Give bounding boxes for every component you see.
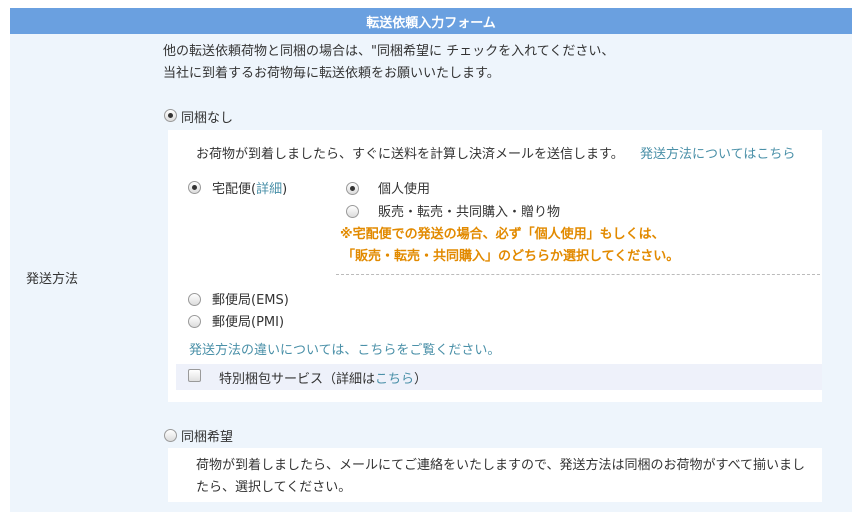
takuhaibin-radio[interactable] <box>188 181 201 194</box>
no-bundle-options-panel <box>168 130 822 402</box>
resale-gift-label[interactable]: 販売・転売・共同購入・贈り物 <box>378 201 560 220</box>
special-packing-label-text: 特別梱包サービス（詳細は <box>219 372 376 387</box>
shipping-info-link[interactable]: 発送方法についてはこちら <box>640 143 795 162</box>
special-packing-detail-link[interactable]: こちら <box>375 372 414 387</box>
bundle-description-line-1: 荷物が到着しましたら、メールにてご連絡をいたしますので、発送方法は同梱のお荷物が… <box>196 458 806 473</box>
no-bundle-label[interactable]: 同梱なし <box>181 107 233 126</box>
section-divider <box>336 274 820 275</box>
shipping-method-label: 発送方法 <box>26 272 79 287</box>
takuhaibin-label: 宅配便(詳細) <box>212 178 287 197</box>
personal-use-radio[interactable] <box>346 182 359 195</box>
takuhaibin-label-text: 宅配便( <box>212 182 257 197</box>
pmi-radio[interactable] <box>188 315 201 328</box>
pmi-label[interactable]: 郵便局(PMI) <box>212 311 284 330</box>
intro-line-1: 他の転送依頼荷物と同梱の場合は、"同梱希望に チェックを入れてください、 <box>163 44 615 59</box>
takuhaibin-warning-line-2: 「販売・転売・共同購入」のどちらか選択してください。 <box>342 249 680 264</box>
takuhaibin-detail-link[interactable]: 詳細 <box>256 182 282 197</box>
shipping-difference-link[interactable]: 発送方法の違いについては、こちらをご覧ください。 <box>189 339 500 358</box>
field-label-column: 発送方法 <box>10 34 156 512</box>
intro-line-2: 当社に到着するお荷物毎に転送依頼をお願いいたします。 <box>163 66 500 81</box>
form-title: 転送依頼入力フォーム <box>366 15 496 31</box>
ems-label[interactable]: 郵便局(EMS) <box>212 289 289 308</box>
ems-radio[interactable] <box>188 293 201 306</box>
bundle-description-line-2: たら、選択してください。 <box>196 480 352 495</box>
takuhaibin-warning-line-1: ※宅配便での発送の場合、必ず「個人使用」もしくは、 <box>340 227 665 242</box>
bundle-label[interactable]: 同梱希望 <box>181 426 233 445</box>
no-bundle-description: お荷物が到着しましたら、すぐに送料を計算し決済メールを送信します。 <box>196 147 624 162</box>
resale-gift-radio[interactable] <box>346 205 359 218</box>
personal-use-label[interactable]: 個人使用 <box>378 178 430 197</box>
form-header: 転送依頼入力フォーム <box>10 8 852 35</box>
bundle-radio[interactable] <box>164 429 177 442</box>
no-bundle-radio[interactable] <box>164 109 177 122</box>
special-packing-checkbox[interactable] <box>188 369 201 382</box>
takuhaibin-label-suffix: ) <box>282 182 288 197</box>
special-packing-label-suffix: ） <box>414 372 428 387</box>
special-packing-label: 特別梱包サービス（詳細はこちら） <box>219 368 427 387</box>
